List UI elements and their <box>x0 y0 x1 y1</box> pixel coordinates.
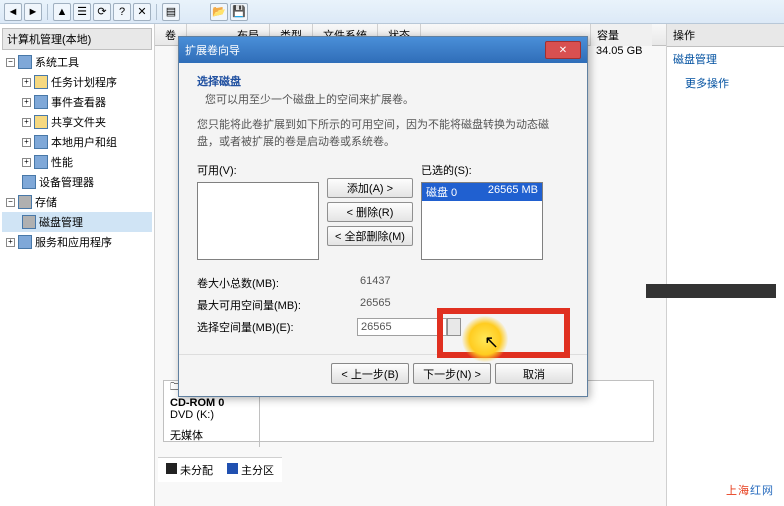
tb-save-icon[interactable]: 💾 <box>230 3 248 21</box>
tb-refresh-icon[interactable]: ⟳ <box>93 3 111 21</box>
tree-root[interactable]: 计算机管理(本地) <box>2 28 152 50</box>
col-capacity-hdr[interactable]: 容量 <box>590 24 652 46</box>
max-space-label: 最大可用空间量(MB): <box>197 297 357 313</box>
selected-listbox[interactable]: 磁盘 0 26565 MB <box>421 182 543 260</box>
select-space-input[interactable] <box>357 318 447 336</box>
close-button[interactable]: ✕ <box>545 41 581 59</box>
legend-primary-icon <box>227 463 238 474</box>
selected-label: 已选的(S): <box>421 162 543 178</box>
tree-local-users[interactable]: +本地用户和组 <box>2 132 152 152</box>
tb-help-icon[interactable]: ? <box>113 3 131 21</box>
dialog-titlebar[interactable]: 扩展卷向导 ✕ <box>179 37 587 63</box>
dialog-title: 扩展卷向导 <box>185 42 240 58</box>
tree-device-mgr[interactable]: 设备管理器 <box>2 172 152 192</box>
legend-unalloc-icon <box>166 463 177 474</box>
select-space-label: 选择空间量(MB)(E): <box>197 319 357 335</box>
main-toolbar: ◄ ► ▲ ☰ ⟳ ? ✕ ▤ 📂 💾 <box>0 0 784 24</box>
nav-tree: 计算机管理(本地) −系统工具 +任务计划程序 +事件查看器 +共享文件夹 +本… <box>0 24 155 506</box>
actions-header: 操作 <box>667 24 784 47</box>
tb-list-icon[interactable]: ▤ <box>162 3 180 21</box>
cancel-button[interactable]: 取消 <box>495 363 573 384</box>
total-size-value: 61437 <box>357 274 447 292</box>
action-disk-mgmt[interactable]: 磁盘管理 <box>667 47 784 71</box>
available-listbox[interactable] <box>197 182 319 260</box>
tb-fwd-icon[interactable]: ► <box>24 3 42 21</box>
tree-disk-mgmt[interactable]: 磁盘管理 <box>2 212 152 232</box>
add-button[interactable]: 添加(A) > <box>327 178 413 198</box>
capacity-value: 34.05 GB <box>590 44 662 58</box>
tb-up-icon[interactable]: ▲ <box>53 3 71 21</box>
legend: 未分配 主分区 <box>158 457 282 482</box>
tb-x-icon[interactable]: ✕ <box>133 3 151 21</box>
dialog-subheading: 您可以用至少一个磁盘上的空间来扩展卷。 <box>197 91 569 107</box>
spinner-icon[interactable] <box>447 318 461 336</box>
remove-button[interactable]: < 删除(R) <box>327 202 413 222</box>
action-more[interactable]: 更多操作 <box>667 71 784 95</box>
tb-back-icon[interactable]: ◄ <box>4 3 22 21</box>
tree-storage[interactable]: −存储 <box>2 192 152 212</box>
tree-task-scheduler[interactable]: +任务计划程序 <box>2 72 152 92</box>
tree-event-viewer[interactable]: +事件查看器 <box>2 92 152 112</box>
tree-shared-folders[interactable]: +共享文件夹 <box>2 112 152 132</box>
dark-bar <box>646 284 776 298</box>
dialog-description: 您只能将此卷扩展到如下所示的可用空间，因为不能将磁盘转换为动态磁盘，或者被扩展的… <box>197 117 569 150</box>
selected-disk-item[interactable]: 磁盘 0 26565 MB <box>422 183 542 201</box>
tree-services[interactable]: +服务和应用程序 <box>2 232 152 252</box>
dialog-heading: 选择磁盘 <box>197 73 569 89</box>
max-space-value: 26565 <box>357 296 447 314</box>
total-size-label: 卷大小总数(MB): <box>197 275 357 291</box>
tree-system-tools[interactable]: −系统工具 <box>2 52 152 72</box>
tb-open-icon[interactable]: 📂 <box>210 3 228 21</box>
available-label: 可用(V): <box>197 162 319 178</box>
extend-volume-wizard-dialog: 扩展卷向导 ✕ 选择磁盘 您可以用至少一个磁盘上的空间来扩展卷。 您只能将此卷扩… <box>178 36 588 397</box>
back-button[interactable]: < 上一步(B) <box>331 363 409 384</box>
tree-performance[interactable]: +性能 <box>2 152 152 172</box>
remove-all-button[interactable]: < 全部删除(M) <box>327 226 413 246</box>
watermark: 上海红网 <box>726 474 774 500</box>
next-button[interactable]: 下一步(N) > <box>413 363 491 384</box>
actions-pane: 操作 磁盘管理 更多操作 <box>666 24 784 506</box>
tb-props-icon[interactable]: ☰ <box>73 3 91 21</box>
